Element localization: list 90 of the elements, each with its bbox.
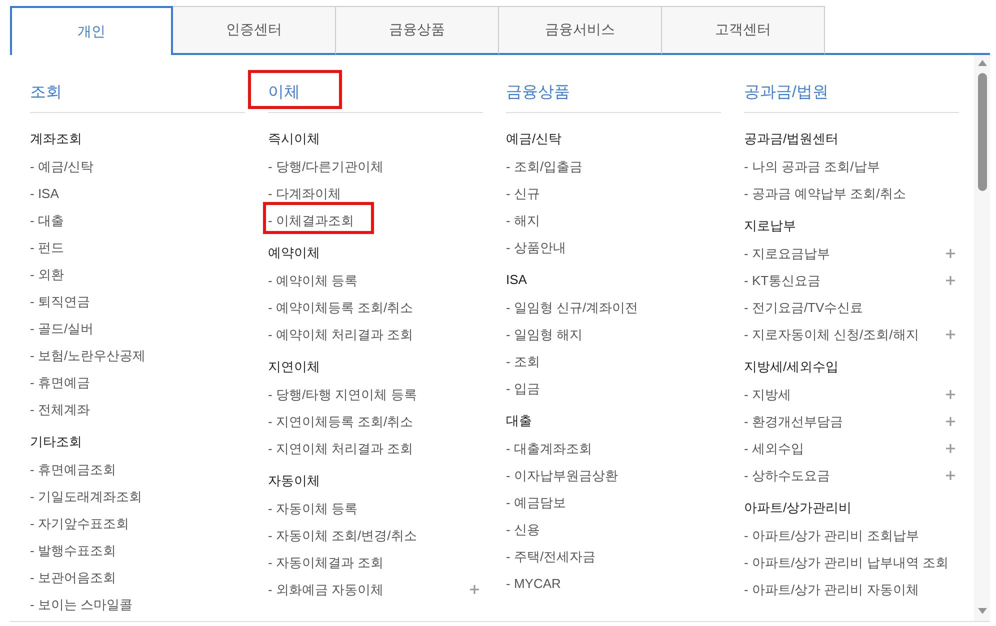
menu-link[interactable]: - 자동이체결과 조회 — [268, 549, 384, 576]
menu-link[interactable]: - 이자납부원금상환 — [506, 462, 618, 489]
menu-link[interactable]: - 나의 공과금 조회/납부 — [744, 153, 880, 180]
menu-link[interactable]: - 해지 — [506, 207, 540, 234]
menu-link[interactable]: - 펀드 — [30, 234, 64, 261]
menu-section-title: 기타조회 — [30, 433, 82, 451]
menu-link[interactable]: - 대출 — [30, 207, 64, 234]
menu-link[interactable]: - 세외수입 — [744, 435, 804, 462]
menu-section-title: 즉시이체 — [268, 130, 320, 148]
menu-link[interactable]: - 신규 — [506, 180, 540, 207]
tab[interactable]: 금융서비스 — [499, 6, 662, 55]
menu-section-title: 예약이체 — [268, 244, 320, 262]
menu-link[interactable]: - 보험/노란우산공제 — [30, 342, 146, 369]
menu-link[interactable]: - 예약이체 처리결과 조회 — [268, 321, 414, 348]
menu-link[interactable]: - 발행수표조회 — [30, 537, 116, 564]
menu-link[interactable]: - 환경개선부담금 — [744, 408, 843, 435]
menu-link[interactable]: - 전기요금/TV수신료 — [744, 294, 864, 321]
menu-link[interactable]: - 주택/전세자금 — [506, 543, 596, 570]
menu-section-title: 대출 — [506, 412, 532, 430]
menu-link[interactable]: - 조회/입출금 — [506, 153, 583, 180]
tab[interactable]: 고객센터 — [662, 6, 825, 55]
menu-link[interactable]: - 상품안내 — [506, 234, 566, 261]
tab[interactable]: 금융상품 — [336, 6, 499, 55]
menu-link[interactable]: - 아파트/상가 관리비 자동이체 — [744, 576, 919, 603]
menu-link[interactable]: - 입금 — [506, 375, 540, 402]
menu-section-title: 공과금/법원센터 — [744, 130, 839, 148]
plus-icon[interactable] — [946, 444, 955, 453]
menu-link[interactable]: - 지연이체등록 조회/취소 — [268, 408, 414, 435]
scroll-down-icon[interactable] — [978, 608, 986, 614]
menu-link[interactable]: - 퇴직연금 — [30, 288, 90, 315]
tab[interactable]: 개인 — [10, 6, 173, 55]
menu-link[interactable]: - 지방세 — [744, 381, 791, 408]
menu-link[interactable]: - 예약이체등록 조회/취소 — [268, 294, 414, 321]
menu-link[interactable]: - 자동이체 조회/변경/취소 — [268, 522, 417, 549]
menu-link[interactable]: - 골드/실버 — [30, 315, 94, 342]
menu-link[interactable]: - 휴면예금 — [30, 369, 90, 396]
menu-link[interactable]: - 지로자동이체 신청/조회/해지 — [744, 321, 919, 348]
menu-link[interactable]: - 기일도래계좌조회 — [30, 483, 142, 510]
plus-icon[interactable] — [946, 330, 955, 339]
menu-section-title: ISA — [506, 271, 527, 289]
menu-section-title: 지연이체 — [268, 358, 320, 376]
menu-link[interactable]: - 지연이체 처리결과 조회 — [268, 435, 414, 462]
menu-link[interactable]: - MYCAR — [506, 570, 561, 597]
scrollbar-thumb[interactable] — [978, 73, 986, 191]
menu-link[interactable]: - 신용 — [506, 516, 540, 543]
menu-section-title: 아파트/상가관리비 — [744, 499, 852, 517]
menu-link[interactable]: - 다계좌이체 — [268, 180, 341, 207]
menu-section-title: 자동이체 — [268, 472, 320, 490]
plus-icon[interactable] — [946, 417, 955, 426]
plus-icon[interactable] — [470, 585, 479, 594]
menu-link[interactable]: - 외화예금 자동이체 — [268, 576, 384, 603]
plus-icon[interactable] — [946, 249, 955, 258]
plus-icon[interactable] — [946, 276, 955, 285]
menu-link[interactable]: - 보관어음조회 — [30, 564, 116, 591]
menu-link[interactable]: - 일임형 신규/계좌이전 — [506, 294, 638, 321]
plus-icon[interactable] — [946, 390, 955, 399]
menu-link[interactable]: - 대출계좌조회 — [506, 435, 592, 462]
tab[interactable]: 인증센터 — [173, 6, 336, 55]
menu-link[interactable]: - 보이는 스마일콜 — [30, 591, 133, 618]
scrollbar-track[interactable] — [974, 55, 990, 621]
menu-link[interactable]: - 예금/신탁 — [30, 153, 94, 180]
menu-link[interactable]: - 외환 — [30, 261, 64, 288]
menu-section-title: 지방세/세외수입 — [744, 358, 839, 376]
menu-link[interactable]: - 당행/타행 지연이체 등록 — [268, 381, 417, 408]
menu-section-title: 지로납부 — [744, 217, 796, 235]
menu-link[interactable]: - 예금담보 — [506, 489, 566, 516]
menu-link[interactable]: - 이체결과조회 — [268, 207, 354, 234]
menu-link[interactable]: - 공과금 예약납부 조회/취소 — [744, 180, 906, 207]
menu-heading[interactable]: 조회 — [30, 84, 62, 101]
menu-link[interactable]: - 상하수도요금 — [744, 462, 830, 489]
menu-link[interactable]: - 지로요금납부 — [744, 240, 830, 267]
menu-heading[interactable]: 이체 — [268, 84, 300, 101]
menu-link[interactable]: - 전체계좌 — [30, 396, 90, 423]
scroll-up-icon[interactable] — [978, 60, 986, 66]
menu-link[interactable]: - 조회 — [506, 348, 540, 375]
menu-link[interactable]: - 예약이체 등록 — [268, 267, 358, 294]
menu-link[interactable]: - ISA — [30, 180, 59, 207]
menu-heading[interactable]: 공과금/법원 — [744, 84, 828, 101]
menu-link[interactable]: - 휴면예금조회 — [30, 456, 116, 483]
plus-icon[interactable] — [946, 471, 955, 480]
menu-link[interactable]: - KT통신요금 — [744, 267, 821, 294]
menu-link[interactable]: - 자기앞수표조회 — [30, 510, 129, 537]
menu-section-title: 예금/신탁 — [506, 130, 562, 148]
menu-link[interactable]: - 일임형 해지 — [506, 321, 583, 348]
menu-link[interactable]: - 아파트/상가 관리비 납부내역 조회 — [744, 549, 948, 576]
menu-link[interactable]: - 당행/다른기관이체 — [268, 153, 384, 180]
menu-heading[interactable]: 금융상품 — [506, 84, 570, 101]
menu-link[interactable]: - 아파트/상가 관리비 조회납부 — [744, 522, 919, 549]
menu-section-title: 계좌조회 — [30, 130, 82, 148]
menu-link[interactable]: - 자동이체 등록 — [268, 495, 358, 522]
